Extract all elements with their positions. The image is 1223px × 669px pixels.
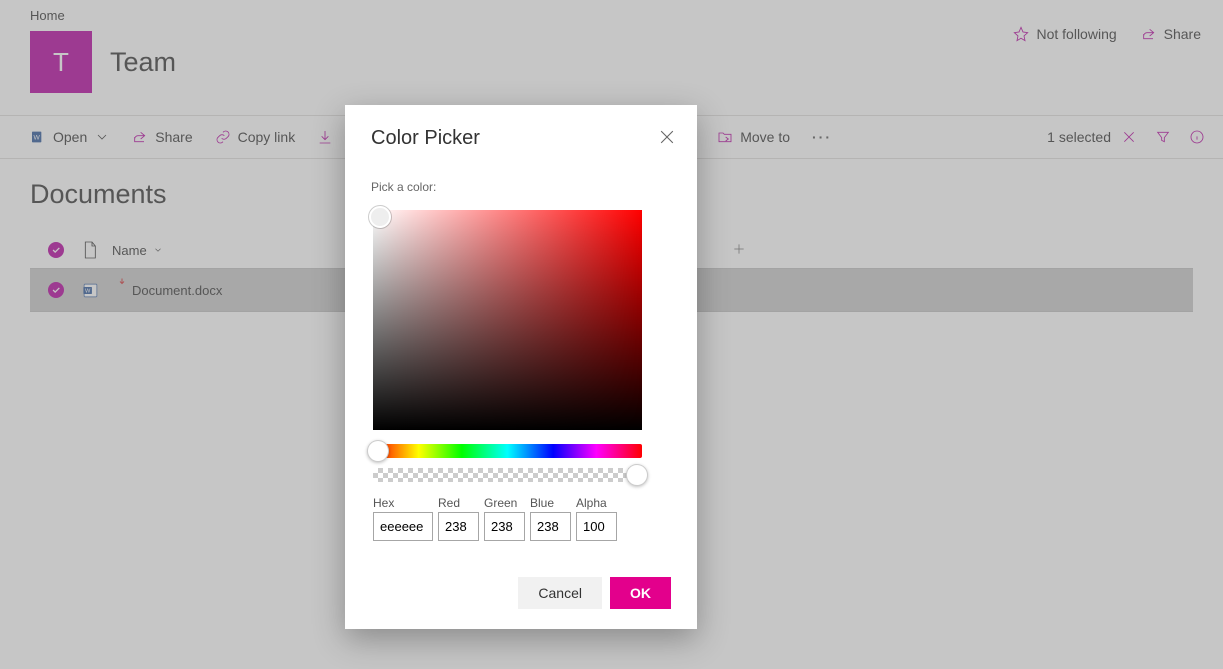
close-dialog-button[interactable] [657, 127, 677, 147]
alpha-input[interactable] [576, 512, 617, 541]
red-input[interactable] [438, 512, 479, 541]
green-input[interactable] [484, 512, 525, 541]
dialog-subtitle: Pick a color: [371, 180, 671, 194]
blue-input[interactable] [530, 512, 571, 541]
green-label: Green [484, 496, 525, 510]
red-label: Red [438, 496, 479, 510]
blue-label: Blue [530, 496, 571, 510]
hue-handle[interactable] [367, 440, 389, 462]
ok-button[interactable]: OK [610, 577, 671, 609]
color-picker-dialog: Color Picker Pick a color: Hex Red Green… [345, 105, 697, 629]
close-icon [657, 127, 677, 147]
alpha-slider[interactable] [373, 468, 642, 482]
alpha-handle[interactable] [626, 464, 648, 486]
alpha-label: Alpha [576, 496, 617, 510]
dialog-title: Color Picker [371, 127, 671, 150]
hue-slider[interactable] [373, 444, 642, 458]
cancel-button[interactable]: Cancel [518, 577, 602, 609]
saturation-value-panel[interactable] [373, 210, 642, 430]
hex-input[interactable] [373, 512, 433, 541]
hex-label: Hex [373, 496, 433, 510]
sv-handle[interactable] [369, 206, 391, 228]
